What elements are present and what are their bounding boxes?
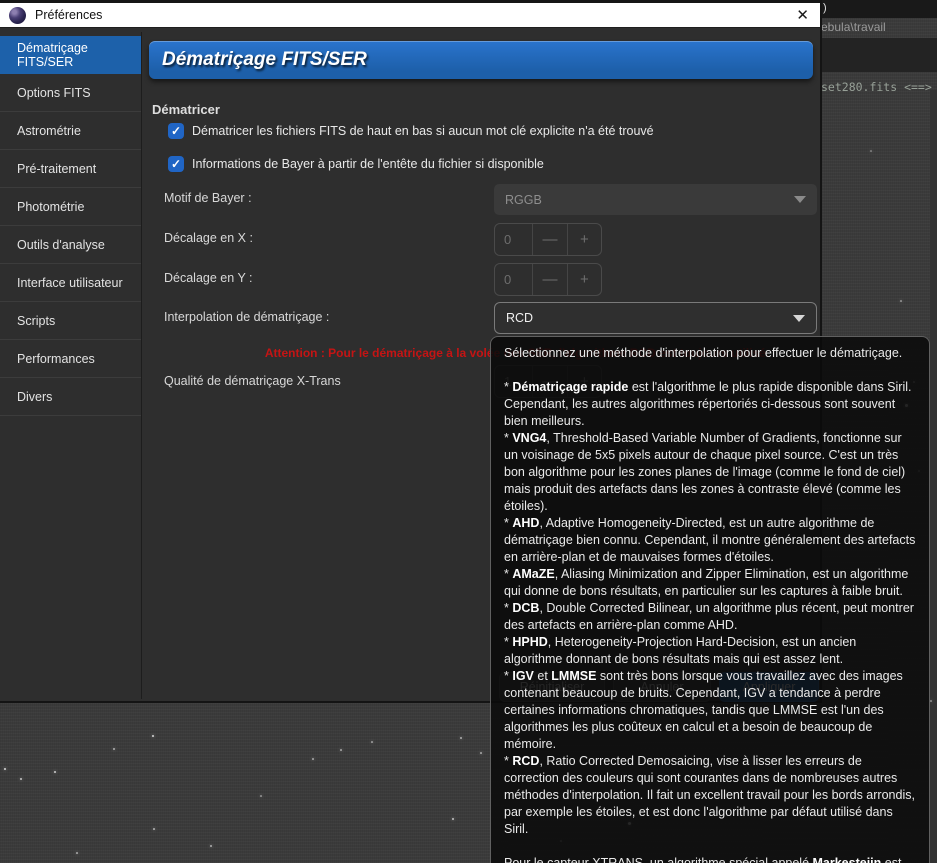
sidebar-item[interactable]: Divers [0,378,141,416]
star-dot [4,768,6,770]
star-dot [340,749,342,751]
star-dot [20,778,22,780]
bayer-pattern-value: RGGB [505,192,542,207]
star-dot [900,300,902,302]
star-dot [452,818,454,820]
bayer-pattern-label: Motif de Bayer : [164,191,252,205]
star-dot [113,748,115,750]
sidebar-item[interactable]: Scripts [0,302,141,340]
star-dot [870,150,872,152]
section-label-dematricer: Dématricer [152,102,220,117]
chevron-down-icon [794,196,806,203]
star-dot [930,700,932,702]
chevron-down-icon [793,314,805,322]
sidebar: Dématriçage FITS/SER Options FITS Astromét… [0,32,142,699]
sequence-file-text: set280.fits <==> [821,80,932,94]
star-dot [54,771,56,773]
sidebar-item[interactable]: Dématriçage FITS/SER [0,36,141,74]
interpolation-tooltip: Sélectionnez une méthode d'interpolation… [490,336,930,863]
tooltip-paragraph: * IGV et LMMSE sont très bons lorsque vo… [504,669,903,751]
offset-y-value[interactable]: 0 [495,264,532,295]
sidebar-item[interactable]: Performances [0,340,141,378]
tooltip-paragraph: * DCB, Double Corrected Bilinear, un alg… [504,601,914,632]
plus-icon[interactable]: + [566,264,601,295]
checkbox-row-bayer-header: ✓ Informations de Bayer à partir de l'en… [168,156,544,172]
screen: ) ebula\travail set280.fits <==> Préfére… [0,0,937,863]
interpolation-label: Interpolation de dématriçage : [164,310,330,324]
app-icon [9,6,26,24]
sidebar-item[interactable]: Interface utilisateur [0,264,141,302]
sidebar-item[interactable]: Photométrie [0,188,141,226]
star-dot [460,737,462,739]
star-dot [371,741,373,743]
star-dot [153,828,155,830]
tooltip-paragraph: * RCD, Ratio Corrected Demosaicing, vise… [504,754,915,836]
offset-x-value[interactable]: 0 [495,224,532,255]
background-toolbar-band [820,38,937,72]
tooltip-paragraph: * VNG4, Threshold-Based Variable Number … [504,431,906,513]
interpolation-select[interactable]: RCD [494,302,817,334]
page-title: Dématriçage FITS/SER [162,49,367,70]
dialog-titlebar: Préférences ✕ [0,0,820,28]
offset-y-label: Décalage en Y : [164,271,253,285]
sidebar-item[interactable]: Outils d'analyse [0,226,141,264]
checkbox-row-topdown: ✓ Dématricer les fichiers FITS de haut e… [168,123,654,139]
offset-x-stepper[interactable]: 0 — + [494,223,602,256]
tooltip-paragraph: * Dématriçage rapide est l'algorithme le… [504,380,912,428]
star-dot [152,735,154,737]
bayer-pattern-select[interactable]: RGGB [494,184,817,215]
offset-x-label: Décalage en X : [164,231,253,245]
tooltip-paragraph: * AMaZE, Aliasing Minimization and Zippe… [504,567,909,598]
star-dot [480,752,482,754]
check-icon: ✓ [170,157,182,171]
sidebar-item[interactable]: Options FITS [0,74,141,112]
interpolation-value: RCD [506,311,534,325]
background-titlebar-fragment: ) [820,0,937,18]
sidebar-item[interactable]: Astrométrie [0,112,141,150]
offset-y-stepper[interactable]: 0 — + [494,263,602,296]
tooltip-paragraph: * HPHD, Heterogeneity-Projection Hard-De… [504,635,857,666]
tooltip-paragraph [504,838,916,855]
star-dot [76,852,78,854]
close-icon[interactable]: ✕ [796,8,809,23]
checkbox-label: Informations de Bayer à partir de l'entê… [192,157,544,171]
page-title-banner: Dématriçage FITS/SER [149,41,813,79]
window-title: Préférences [35,8,103,22]
checkbox-bayer-header[interactable]: ✓ [168,156,184,172]
star-dot [312,758,314,760]
checkbox-topdown[interactable]: ✓ [168,123,184,139]
tooltip-paragraph [504,362,916,379]
minus-icon[interactable]: — [532,264,566,295]
sidebar-item[interactable]: Pré-traitement [0,150,141,188]
xtrans-quality-label: Qualité de dématriçage X-Trans [164,374,341,388]
tooltip-paragraph: Pour le capteur XTRANS, un algorithme sp… [504,856,902,863]
tooltip-paragraph: * AHD, Adaptive Homogeneity-Directed, es… [504,516,916,564]
checkbox-label: Dématricer les fichiers FITS de haut en … [192,124,654,138]
working-directory-text: ebula\travail [821,20,886,34]
minus-icon[interactable]: — [532,224,566,255]
background-scrollbar[interactable] [930,90,937,863]
plus-icon[interactable]: + [566,224,601,255]
star-dot [260,795,262,797]
tooltip-paragraph: Sélectionnez une méthode d'interpolation… [504,346,903,360]
check-icon: ✓ [170,124,182,138]
star-dot [210,845,212,847]
